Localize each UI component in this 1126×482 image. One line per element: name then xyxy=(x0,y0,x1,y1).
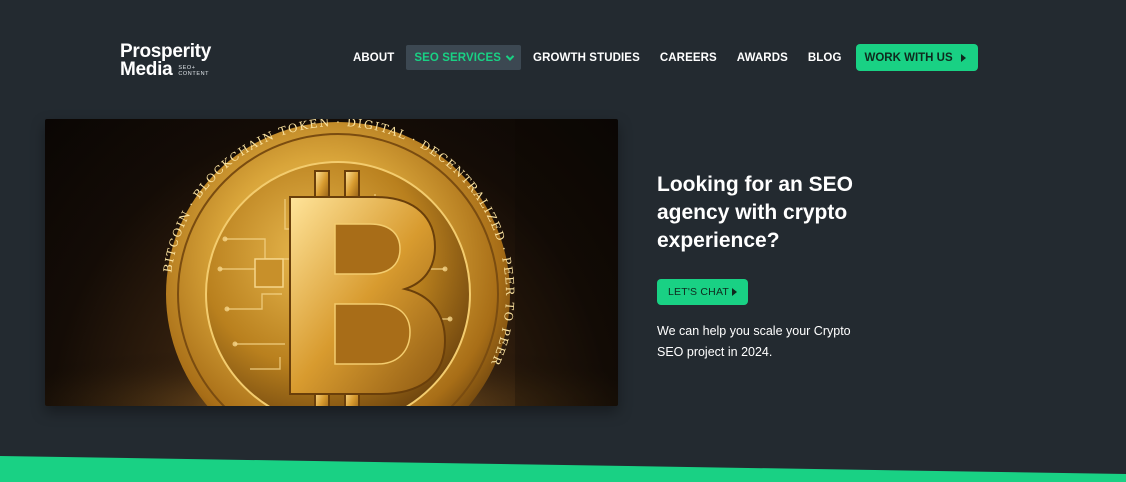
bitcoin-coin-icon: BITCOIN · BLOCKCHAIN TOKEN · DIGITAL · D… xyxy=(45,119,618,406)
nav-item-growth-studies[interactable]: GROWTH STUDIES xyxy=(525,45,648,70)
main-nav: ABOUT SEO SERVICES GROWTH STUDIES CAREER… xyxy=(345,44,978,71)
logo-row: Media SEO+ CONTENT xyxy=(120,60,211,79)
nav-item-seo-services-label: SEO SERVICES xyxy=(414,51,502,64)
lets-chat-button[interactable]: LET'S CHAT xyxy=(657,279,748,305)
nav-item-awards[interactable]: AWARDS xyxy=(729,45,796,70)
play-arrow-icon xyxy=(960,53,966,62)
nav-item-blog[interactable]: BLOG xyxy=(800,45,850,70)
lets-chat-label: LET'S CHAT xyxy=(668,286,729,298)
work-with-us-label: WORK WITH US xyxy=(864,51,953,64)
section-divider-band xyxy=(0,456,1126,482)
logo-tagline: SEO+ CONTENT xyxy=(178,65,209,79)
work-with-us-button[interactable]: WORK WITH US xyxy=(855,44,978,71)
hero-body-text: We can help you scale your Crypto SEO pr… xyxy=(657,324,851,359)
logo-word-media: Media xyxy=(120,59,173,80)
hero-headline: Looking for an SEO agency with crypto ex… xyxy=(657,173,854,252)
logo-tagline-2: CONTENT xyxy=(178,71,210,77)
brand-logo[interactable]: Prosperity Media SEO+ CONTENT xyxy=(120,42,211,79)
chevron-down-icon xyxy=(505,51,515,61)
hero-image: BITCOIN · BLOCKCHAIN TOKEN · DIGITAL · D… xyxy=(45,119,618,406)
nav-item-seo-services[interactable]: SEO SERVICES xyxy=(406,45,522,70)
play-arrow-icon xyxy=(732,288,737,296)
nav-item-about[interactable]: ABOUT xyxy=(345,45,402,70)
nav-item-careers[interactable]: CAREERS xyxy=(652,45,725,70)
